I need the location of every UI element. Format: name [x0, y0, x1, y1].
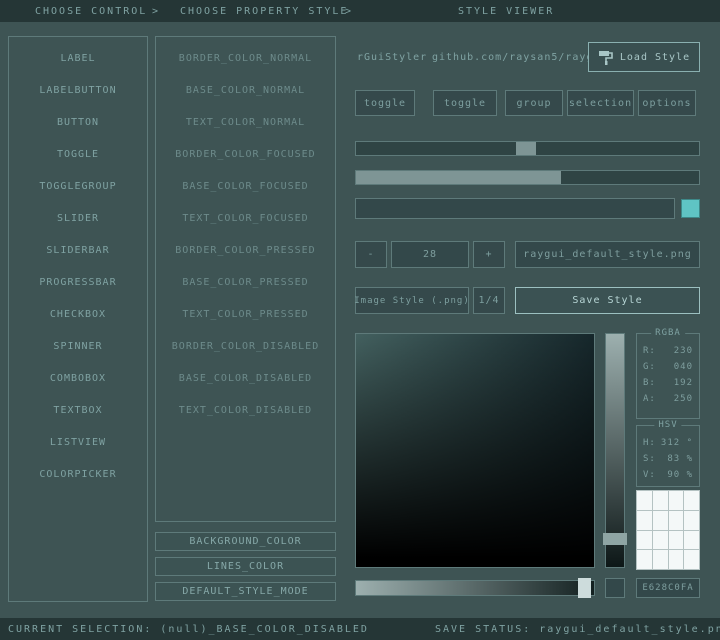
control-item-sliderbar[interactable]: SLIDERBAR — [9, 234, 147, 266]
slider-track[interactable] — [355, 141, 700, 156]
hex-value-textbox[interactable]: E628C0FA — [636, 578, 700, 598]
header-style-viewer: STYLE VIEWER — [458, 6, 554, 17]
control-item-combobox[interactable]: COMBOBOX — [9, 362, 147, 394]
control-item-spinner[interactable]: SPINNER — [9, 330, 147, 362]
top-header-bar: CHOOSE CONTROL > CHOOSE PROPERTY STYLE >… — [0, 0, 720, 22]
rgba-row-g: G:040 — [643, 362, 693, 378]
alpha-toggle-box[interactable] — [605, 578, 625, 598]
palette-cell[interactable] — [637, 550, 652, 569]
toggle-group-group[interactable]: group — [505, 90, 563, 116]
default-style-mode-button[interactable]: DEFAULT_STYLE_MODE — [155, 582, 336, 601]
rgba-row-b: B:192 — [643, 378, 693, 394]
property-item-border-color-focused[interactable]: BORDER_COLOR_FOCUSED — [156, 138, 335, 170]
property-item-border-color-disabled[interactable]: BORDER_COLOR_DISABLED — [156, 330, 335, 362]
palette-cell[interactable] — [637, 531, 652, 550]
property-item-base-color-disabled[interactable]: BASE_COLOR_DISABLED — [156, 362, 335, 394]
property-item-text-color-pressed[interactable]: TEXT_COLOR_PRESSED — [156, 298, 335, 330]
palette-cell[interactable] — [637, 491, 652, 510]
app-name-label: rGuiStyler — [357, 52, 427, 63]
property-item-base-color-normal[interactable]: BASE_COLOR_NORMAL — [156, 74, 335, 106]
control-item-label[interactable]: LABEL — [9, 42, 147, 74]
control-item-colorpicker[interactable]: COLORPICKER — [9, 458, 147, 490]
control-item-checkbox[interactable]: CHECKBOX — [9, 298, 147, 330]
load-style-button[interactable]: Load Style — [588, 42, 700, 72]
control-item-toggle[interactable]: TOGGLE — [9, 138, 147, 170]
spinner-value[interactable]: 28 — [391, 241, 469, 268]
header-choose-control: CHOOSE CONTROL — [35, 6, 147, 17]
palette-cell[interactable] — [684, 511, 699, 530]
toggle-button-2[interactable]: toggle — [433, 90, 497, 116]
save-status: SAVE STATUS: raygui_default_style.png — [435, 624, 720, 635]
palette-cell[interactable] — [653, 511, 668, 530]
load-style-label: Load Style — [620, 52, 690, 63]
hue-slider-handle[interactable] — [603, 533, 627, 545]
demo-textbox[interactable] — [355, 198, 675, 219]
color-palette-grid — [636, 490, 700, 570]
palette-cell[interactable] — [669, 491, 684, 510]
rgba-title: RGBA — [651, 328, 685, 338]
slider-handle[interactable] — [516, 142, 536, 155]
rguistyler-window: CHOOSE CONTROL > CHOOSE PROPERTY STYLE >… — [0, 0, 720, 640]
progressbar-fill — [356, 171, 561, 184]
header-separator-icon: > — [152, 6, 160, 17]
spinner-plus-button[interactable]: + — [473, 241, 505, 268]
property-item-text-color-disabled[interactable]: TEXT_COLOR_DISABLED — [156, 394, 335, 426]
property-item-base-color-pressed[interactable]: BASE_COLOR_PRESSED — [156, 266, 335, 298]
rgba-row-a: A:250 — [643, 394, 693, 410]
alpha-slider[interactable] — [355, 580, 595, 596]
control-item-listview[interactable]: LISTVIEW — [9, 426, 147, 458]
page-indicator[interactable]: 1/4 — [473, 287, 505, 314]
palette-cell[interactable] — [684, 531, 699, 550]
palette-cell[interactable] — [669, 511, 684, 530]
filename-textbox[interactable]: raygui_default_style.png — [515, 241, 700, 268]
palette-cell[interactable] — [669, 531, 684, 550]
property-item-text-color-normal[interactable]: TEXT_COLOR_NORMAL — [156, 106, 335, 138]
palette-cell[interactable] — [653, 491, 668, 510]
rgba-row-r: R:230 — [643, 346, 693, 362]
lines-color-button[interactable]: LINES_COLOR — [155, 557, 336, 576]
control-item-button[interactable]: BUTTON — [9, 106, 147, 138]
paint-roller-icon — [598, 50, 613, 65]
palette-cell[interactable] — [653, 550, 668, 569]
palette-cell[interactable] — [684, 550, 699, 569]
hsv-row-s: S:83 % — [643, 454, 693, 470]
alpha-slider-handle[interactable] — [578, 578, 591, 598]
property-item-border-color-pressed[interactable]: BORDER_COLOR_PRESSED — [156, 234, 335, 266]
control-item-togglegroup[interactable]: TOGGLEGROUP — [9, 170, 147, 202]
control-item-slider[interactable]: SLIDER — [9, 202, 147, 234]
property-item-border-color-normal[interactable]: BORDER_COLOR_NORMAL — [156, 42, 335, 74]
spinner-minus-button[interactable]: - — [355, 241, 387, 268]
hsv-title: HSV — [654, 420, 681, 430]
palette-cell[interactable] — [669, 550, 684, 569]
toggle-group-selection[interactable]: selection — [567, 90, 634, 116]
control-item-progressbar[interactable]: PROGRESSBAR — [9, 266, 147, 298]
controls-list: LABEL LABELBUTTON BUTTON TOGGLE TOGGLEGR… — [8, 36, 148, 602]
header-separator-icon: > — [345, 6, 353, 17]
demo-checkbox[interactable] — [681, 199, 700, 218]
image-style-button[interactable]: Image Style (.png) — [355, 287, 469, 314]
background-color-button[interactable]: BACKGROUND_COLOR — [155, 532, 336, 551]
palette-cell[interactable] — [684, 491, 699, 510]
rgba-group: RGBA R:230 G:040 B:192 A:250 — [636, 333, 700, 419]
hsv-row-h: H:312 ° — [643, 438, 693, 454]
progressbar-track[interactable] — [355, 170, 700, 185]
save-style-button[interactable]: Save Style — [515, 287, 700, 314]
toggle-button-1[interactable]: toggle — [355, 90, 415, 116]
property-item-text-color-focused[interactable]: TEXT_COLOR_FOCUSED — [156, 202, 335, 234]
toggle-group-options[interactable]: options — [638, 90, 696, 116]
header-choose-property-style: CHOOSE PROPERTY STYLE — [180, 6, 348, 17]
control-item-textbox[interactable]: TEXTBOX — [9, 394, 147, 426]
color-picker-panel[interactable] — [355, 333, 595, 568]
current-selection-status: CURRENT SELECTION: (null)_BASE_COLOR_DIS… — [8, 624, 369, 635]
repo-link-label: github.com/raysan5/raygui — [432, 52, 608, 63]
properties-list: BORDER_COLOR_NORMAL BASE_COLOR_NORMAL TE… — [155, 36, 336, 522]
property-item-base-color-focused[interactable]: BASE_COLOR_FOCUSED — [156, 170, 335, 202]
status-bar: CURRENT SELECTION: (null)_BASE_COLOR_DIS… — [0, 618, 720, 640]
hsv-group: HSV H:312 ° S:83 % V:90 % — [636, 425, 700, 487]
palette-cell[interactable] — [637, 511, 652, 530]
hsv-row-v: V:90 % — [643, 470, 693, 486]
palette-cell[interactable] — [653, 531, 668, 550]
control-item-labelbutton[interactable]: LABELBUTTON — [9, 74, 147, 106]
